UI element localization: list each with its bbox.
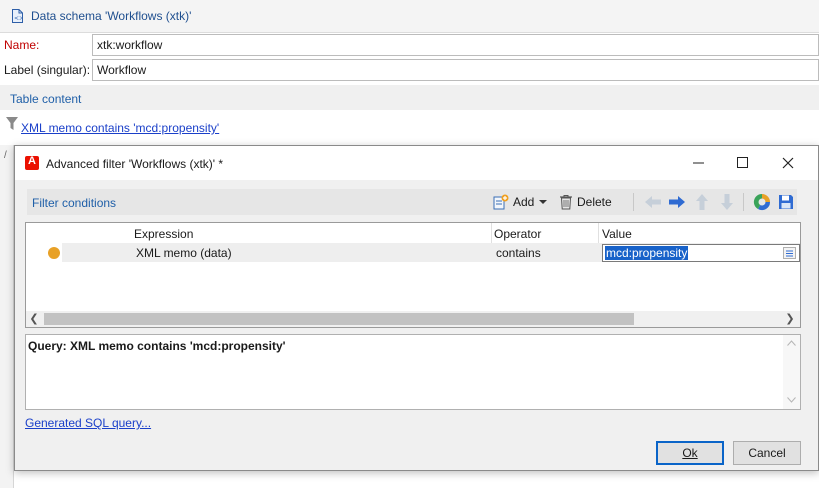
delete-label: Delete <box>577 195 612 209</box>
operator-cell[interactable]: contains <box>496 246 541 260</box>
add-label: Add <box>513 195 535 209</box>
arrow-down-icon <box>721 194 733 210</box>
distribution-button[interactable] <box>753 193 771 211</box>
grid-header: Expression Operator Value <box>26 223 800 243</box>
query-preview: Query: XML memo contains 'mcd:propensity… <box>25 334 801 410</box>
maximize-button[interactable] <box>721 146 765 180</box>
cancel-label: Cancel <box>748 446 786 460</box>
generated-sql-link[interactable]: Generated SQL query... <box>25 416 151 430</box>
column-divider <box>598 223 599 243</box>
maximize-icon <box>737 157 748 168</box>
minimize-button[interactable] <box>677 146 721 180</box>
scrollbar-thumb[interactable] <box>44 313 634 325</box>
move-left-button[interactable] <box>644 193 662 211</box>
filter-funnel-icon <box>6 117 18 130</box>
advanced-filter-dialog: A Advanced filter 'Workflows (xtk)' * Fi… <box>14 145 819 471</box>
value-text[interactable]: mcd:propensity <box>605 246 689 260</box>
chevron-down-icon[interactable] <box>538 197 548 207</box>
vertical-scrollbar[interactable] <box>783 335 800 409</box>
add-condition-icon <box>493 194 509 210</box>
value-editor-icon[interactable] <box>783 247 796 259</box>
value-input[interactable]: mcd:propensity <box>602 244 800 262</box>
dialog-titlebar[interactable]: A Advanced filter 'Workflows (xtk)' * <box>15 146 818 180</box>
move-right-button[interactable] <box>668 193 686 211</box>
add-button[interactable]: Add <box>493 192 548 212</box>
name-label: Name: <box>4 38 40 52</box>
close-button[interactable] <box>766 146 810 180</box>
arrow-up-icon <box>696 194 708 210</box>
scroll-up-icon[interactable] <box>787 340 796 346</box>
pie-chart-icon <box>753 193 771 211</box>
conditions-grid: Expression Operator Value XML memo (data… <box>25 222 801 328</box>
horizontal-scrollbar[interactable]: ❮ ❯ <box>26 311 800 327</box>
trash-icon <box>560 195 572 210</box>
query-text: Query: XML memo contains 'mcd:propensity… <box>28 339 286 353</box>
minimize-icon <box>693 162 704 164</box>
scroll-right-icon[interactable]: ❯ <box>783 312 797 325</box>
arrow-right-icon <box>669 196 685 208</box>
schema-file-icon: <> <box>12 9 23 23</box>
cancel-button[interactable]: Cancel <box>733 441 801 465</box>
column-divider <box>491 223 492 243</box>
filter-conditions-label: Filter conditions <box>32 196 117 210</box>
strip-mark: / <box>4 150 7 161</box>
save-button[interactable] <box>777 193 795 211</box>
ok-label: Ok <box>682 446 698 460</box>
name-field[interactable]: xtk:workflow <box>92 34 819 56</box>
filter-link[interactable]: XML memo contains 'mcd:propensity' <box>21 121 219 135</box>
column-operator-header[interactable]: Operator <box>494 227 541 241</box>
expression-cell[interactable]: XML memo (data) <box>136 246 232 260</box>
arrow-left-icon <box>645 196 661 208</box>
close-icon <box>782 157 794 169</box>
delete-button[interactable]: Delete <box>559 192 612 212</box>
ok-button[interactable]: Ok <box>656 441 724 465</box>
schema-title: Data schema 'Workflows (xtk)' <box>31 9 192 23</box>
scroll-left-icon[interactable]: ❮ <box>27 312 41 325</box>
left-strip <box>0 145 14 488</box>
svg-text:<>: <> <box>14 15 23 22</box>
move-down-button[interactable] <box>718 193 736 211</box>
filter-conditions-header: Filter conditions Add Delete <box>27 189 797 215</box>
move-up-button[interactable] <box>693 193 711 211</box>
label-singular-field[interactable]: Workflow <box>92 59 819 81</box>
adobe-logo-icon: A <box>25 155 39 170</box>
toolbar-separator <box>743 193 744 211</box>
label-singular-label: Label (singular): <box>4 63 91 77</box>
table-content-bar <box>0 85 819 110</box>
table-content-label[interactable]: Table content <box>10 92 81 106</box>
scroll-down-icon[interactable] <box>787 397 796 403</box>
toolbar-separator <box>633 193 634 211</box>
column-expression-header[interactable]: Expression <box>134 227 193 241</box>
save-icon <box>779 195 793 209</box>
column-value-header[interactable]: Value <box>602 227 632 241</box>
dialog-title: Advanced filter 'Workflows (xtk)' * <box>46 157 224 171</box>
condition-status-icon <box>48 247 60 259</box>
